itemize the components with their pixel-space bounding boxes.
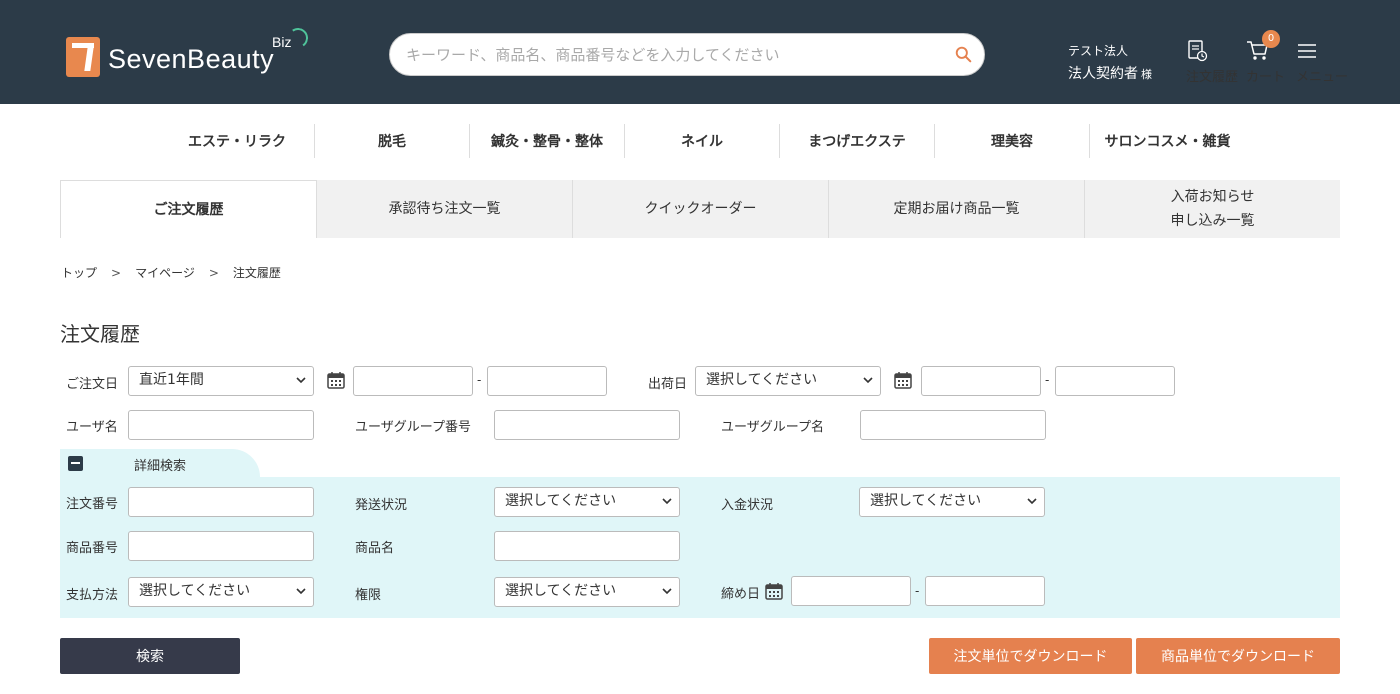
closing-date-from-input[interactable] bbox=[791, 576, 911, 606]
authority-value: 選択してください bbox=[505, 583, 617, 599]
product-name-input[interactable] bbox=[494, 531, 680, 561]
hamburger-menu-icon bbox=[1298, 44, 1316, 58]
page-title: 注文履歴 bbox=[60, 322, 140, 346]
calendar-icon[interactable] bbox=[327, 371, 345, 389]
cart-count-badge: 0 bbox=[1262, 30, 1280, 48]
honorific: 様 bbox=[1141, 68, 1152, 81]
detail-search-label[interactable]: 詳細検索 bbox=[134, 455, 186, 474]
user-info: テスト法人 法人契約者様 bbox=[1068, 42, 1152, 83]
chevron-down-icon bbox=[296, 588, 306, 595]
closing-date-to-input[interactable] bbox=[925, 576, 1045, 606]
user-name-label: ユーザ名 bbox=[66, 420, 118, 435]
order-no-input[interactable] bbox=[128, 487, 314, 517]
site-logo[interactable]: SevenBeauty Biz bbox=[66, 26, 310, 77]
search-box bbox=[389, 33, 985, 76]
ship-date-select[interactable]: 選択してください bbox=[695, 366, 881, 396]
order-date-value: 直近1年間 bbox=[139, 372, 204, 388]
brand-name: SevenBeauty bbox=[108, 44, 275, 74]
chevron-down-icon bbox=[863, 377, 873, 384]
payment-status-label: 入金状況 bbox=[721, 498, 774, 513]
category-hair-beauty[interactable]: 理美容 bbox=[935, 124, 1090, 158]
user-name: 法人契約者 bbox=[1068, 66, 1138, 82]
order-no-label: 注文番号 bbox=[66, 497, 119, 512]
closing-date-label: 締め日 bbox=[721, 587, 761, 602]
breadcrumb-top[interactable]: トップ bbox=[61, 264, 97, 281]
order-date-select[interactable]: 直近1年間 bbox=[128, 366, 314, 396]
payment-method-select[interactable]: 選択してください bbox=[128, 577, 314, 607]
breadcrumb: トップ > マイページ > 注文履歴 bbox=[61, 264, 281, 281]
tab-pending-approval[interactable]: 承認待ち注文一覧 bbox=[317, 180, 573, 238]
search-icon[interactable] bbox=[955, 46, 972, 63]
shipping-status-label: 発送状況 bbox=[355, 498, 408, 513]
calendar-icon[interactable] bbox=[765, 582, 783, 600]
authority-select[interactable]: 選択してください bbox=[494, 577, 680, 607]
payment-status-value: 選択してください bbox=[870, 493, 982, 509]
ship-date-to-input[interactable] bbox=[1055, 366, 1175, 396]
category-nav: エステ・リラク 脱毛 鍼灸・整骨・整体 ネイル まつげエクステ 理美容 サロンコ… bbox=[160, 124, 1245, 158]
tab-restock-notice[interactable]: 入荷お知らせ 申し込み一覧 bbox=[1085, 180, 1340, 238]
order-history-label: 注文履歴 bbox=[1186, 70, 1239, 85]
user-group-name-input[interactable] bbox=[860, 410, 1046, 440]
calendar-icon[interactable] bbox=[894, 371, 912, 389]
order-history-link[interactable]: 注文履歴 bbox=[1186, 40, 1238, 85]
authority-label: 権限 bbox=[355, 588, 382, 603]
breadcrumb-separator: > bbox=[208, 265, 219, 280]
payment-method-label: 支払方法 bbox=[66, 588, 119, 603]
tab-quick-order[interactable]: クイックオーダー bbox=[573, 180, 829, 238]
ship-date-label: 出荷日 bbox=[648, 377, 688, 392]
range-dash: - bbox=[915, 584, 920, 598]
chevron-down-icon bbox=[662, 588, 672, 595]
order-date-from-input[interactable] bbox=[353, 366, 473, 396]
order-date-to-input[interactable] bbox=[487, 366, 607, 396]
shipping-status-value: 選択してください bbox=[505, 493, 617, 509]
menu-button[interactable]: メニュー bbox=[1296, 40, 1348, 85]
download-by-order-button[interactable]: 注文単位でダウンロード bbox=[929, 638, 1132, 674]
mypage-tabs: ご注文履歴 承認待ち注文一覧 クイックオーダー 定期お届け商品一覧 入荷お知らせ… bbox=[60, 180, 1340, 238]
collapse-minus-icon[interactable] bbox=[68, 456, 83, 471]
cart-label: カート bbox=[1246, 70, 1286, 85]
category-acupuncture[interactable]: 鍼灸・整骨・整体 bbox=[470, 124, 625, 158]
tab-subscription[interactable]: 定期お届け商品一覧 bbox=[829, 180, 1085, 238]
category-salon-cosme[interactable]: サロンコスメ・雑貨 bbox=[1090, 124, 1245, 158]
ship-date-from-input[interactable] bbox=[921, 366, 1041, 396]
chevron-down-icon bbox=[1027, 498, 1037, 505]
order-date-label: ご注文日 bbox=[66, 377, 119, 392]
search-button[interactable]: 検索 bbox=[60, 638, 240, 674]
shipping-status-select[interactable]: 選択してください bbox=[494, 487, 680, 517]
company-name: テスト法人 bbox=[1068, 44, 1129, 58]
user-group-no-label: ユーザグループ番号 bbox=[355, 420, 471, 435]
breadcrumb-current: 注文履歴 bbox=[232, 266, 281, 280]
user-name-input[interactable] bbox=[128, 410, 314, 440]
user-group-no-input[interactable] bbox=[494, 410, 680, 440]
download-by-product-button[interactable]: 商品単位でダウンロード bbox=[1136, 638, 1340, 674]
site-header: SevenBeauty Biz テスト法人 法人契約者様 注文履歴 カート bbox=[0, 0, 1400, 104]
tab-order-history[interactable]: ご注文履歴 bbox=[60, 180, 317, 238]
product-name-label: 商品名 bbox=[355, 541, 395, 556]
search-input[interactable] bbox=[406, 43, 946, 67]
category-hair-removal[interactable]: 脱毛 bbox=[315, 124, 470, 158]
chevron-down-icon bbox=[296, 377, 306, 384]
product-no-input[interactable] bbox=[128, 531, 314, 561]
breadcrumb-separator: > bbox=[111, 265, 122, 280]
menu-label: メニュー bbox=[1296, 70, 1349, 85]
order-history-icon bbox=[1188, 40, 1208, 62]
product-no-label: 商品番号 bbox=[66, 541, 119, 556]
ship-date-value: 選択してください bbox=[706, 372, 818, 388]
breadcrumb-mypage[interactable]: マイページ bbox=[135, 264, 195, 281]
seven-logo-mark bbox=[66, 37, 100, 77]
range-dash: - bbox=[1045, 373, 1050, 387]
chevron-down-icon bbox=[662, 498, 672, 505]
payment-method-value: 選択してください bbox=[139, 583, 251, 599]
category-nail[interactable]: ネイル bbox=[625, 124, 780, 158]
payment-status-select[interactable]: 選択してください bbox=[859, 487, 1045, 517]
category-eyelash[interactable]: まつげエクステ bbox=[780, 124, 935, 158]
range-dash: - bbox=[477, 373, 482, 387]
user-group-name-label: ユーザグループ名 bbox=[721, 420, 824, 435]
category-esthe[interactable]: エステ・リラク bbox=[160, 124, 315, 158]
